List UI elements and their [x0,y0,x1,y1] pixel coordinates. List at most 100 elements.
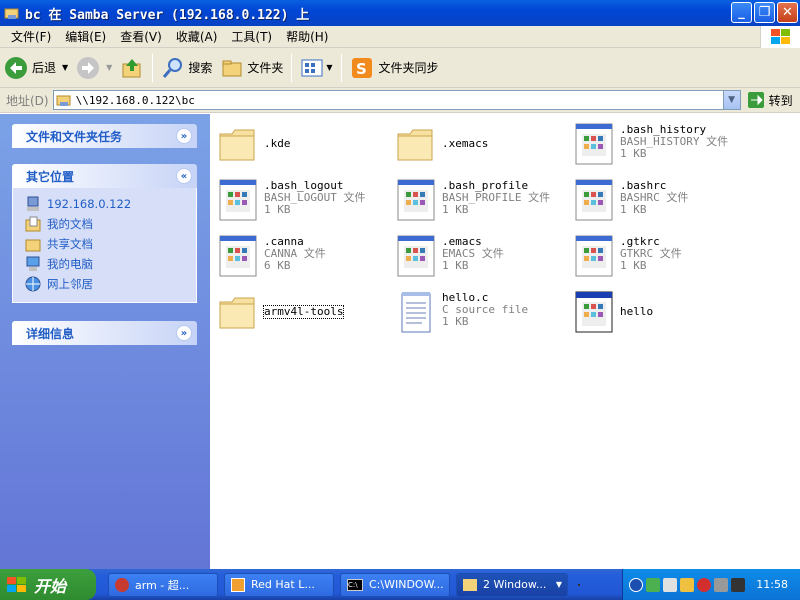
place-label: 我的电脑 [47,257,93,271]
place-shared-documents[interactable]: 共享文档 [25,234,186,254]
file-size: 1 KB [620,259,647,272]
file-item[interactable]: armv4l-tools [216,288,391,340]
forward-button[interactable]: ▼ [72,52,116,84]
app-icon [115,577,129,592]
ime-icon[interactable] [714,577,728,592]
go-label: 转到 [768,93,793,108]
clock[interactable]: 11:58 [756,578,788,591]
place-label: 我的文档 [47,217,93,231]
taskbar-item-cmd[interactable]: C:\ C:\WINDOW... [340,572,450,597]
back-label: 后退 [32,61,57,75]
file-item[interactable]: .bash_logout BASH_LOGOUT 文件 1 KB [216,176,391,228]
file-size: 1 KB [264,203,291,216]
toolbar-separator [340,53,342,82]
place-my-computer[interactable]: 我的电脑 [25,254,186,274]
file-item[interactable]: .bash_history BASH_HISTORY 文件 1 KB [572,120,747,172]
close-button[interactable]: ✕ [777,2,798,23]
menu-help[interactable]: 帮助(H) [279,27,335,47]
search-button[interactable]: 搜索 [157,52,216,84]
file-item[interactable]: .emacs EMACS 文件 1 KB [394,232,569,284]
window-title: bc 在 Samba Server (192.168.0.122) 上 [25,7,310,23]
task-pane: 文件和文件夹任务 » 其它位置 « 192.168.0.122 我的文档 共享文… [0,114,210,569]
volume-icon[interactable] [663,577,677,592]
folder-icon [219,129,255,161]
file-tasks-header[interactable]: 文件和文件夹任务 » [12,124,197,148]
app-icon [231,577,245,592]
file-item[interactable]: .bash_profile BASH_PROFILE 文件 1 KB [394,176,569,228]
details-title: 详细信息 [26,326,75,341]
maximize-button[interactable]: ❐ [754,2,775,23]
folder-sync-button[interactable]: S 文件夹同步 [346,52,443,84]
go-button[interactable]: 转到 [747,91,793,109]
expand-chevron-icon[interactable]: » [176,128,192,144]
expand-chevron-icon[interactable]: » [176,325,192,341]
folders-icon [222,60,242,76]
views-button[interactable]: ▼ [296,52,336,84]
tray-expand-icon[interactable] [629,577,643,592]
menu-bar: 文件(F) 编辑(E) 查看(V) 收藏(A) 工具(T) 帮助(H) [0,26,800,48]
views-icon [301,59,323,76]
taskbar-item-redhat[interactable]: Red Hat L... [224,572,334,597]
sync-icon: S [351,57,372,78]
task-label: arm - 超... [135,578,190,592]
address-dropdown-icon[interactable]: ▼ [722,91,740,109]
console-icon: C:\ [347,578,363,591]
file-size: 1 KB [442,259,469,272]
generic-file-icon [219,179,257,221]
menu-favorites[interactable]: 收藏(A) [169,27,225,47]
place-network-places[interactable]: 网上邻居 [25,274,186,294]
file-tasks-panel: 文件和文件夹任务 » [12,124,197,148]
address-bar: 地址(D) \\192.168.0.122\bc ▼ 转到 [0,88,800,113]
file-item[interactable]: hello [572,288,747,340]
back-dropdown-icon[interactable]: ▼ [62,63,68,72]
file-item[interactable]: hello.c C source file 1 KB [394,288,569,340]
file-item[interactable]: .gtkrc GTKRC 文件 1 KB [572,232,747,284]
generic-file-icon [219,235,257,277]
file-size: 1 KB [620,203,647,216]
toolbar-separator [291,53,293,82]
place-label: 192.168.0.122 [47,197,132,211]
up-folder-button[interactable] [116,52,148,84]
file-list-view[interactable]: .kde .xemacs .bash_history BASH_HISTORY 文… [210,114,800,569]
other-places-header[interactable]: 其它位置 « [12,164,197,188]
help-icon[interactable] [578,583,580,586]
network-icon[interactable] [646,577,660,592]
display-icon[interactable] [731,577,745,592]
go-arrow-icon [747,92,764,108]
folder-icon [463,578,477,591]
taskbar-item-arm[interactable]: arm - 超... [108,572,218,597]
menu-tools[interactable]: 工具(T) [224,27,279,47]
collapse-chevron-icon[interactable]: « [176,168,192,184]
search-icon [163,57,183,78]
menu-view[interactable]: 查看(V) [113,27,169,47]
file-item[interactable]: .kde [216,120,391,172]
generic-file-icon [575,179,613,221]
file-name: .kde [264,137,291,150]
task-label: C:\WINDOW... [369,578,444,591]
folders-button[interactable]: 文件夹 [216,52,287,84]
antivirus-icon[interactable] [697,577,711,592]
menu-edit[interactable]: 编辑(E) [58,27,113,47]
place-my-documents[interactable]: 我的文档 [25,214,186,234]
address-input[interactable]: \\192.168.0.122\bc ▼ [52,90,741,110]
file-name: .xemacs [442,137,489,150]
file-item[interactable]: .xemacs [394,120,569,172]
views-dropdown-icon[interactable]: ▼ [326,63,332,72]
forward-dropdown-icon[interactable]: ▼ [106,63,112,72]
system-tray: 11:58 [622,569,800,600]
details-header[interactable]: 详细信息 » [12,321,197,345]
security-icon[interactable] [680,577,694,592]
back-button[interactable]: 后退 ▼ [0,52,72,84]
place-network-host[interactable]: 192.168.0.122 [25,194,186,214]
taskbar-item-group[interactable]: 2 Window... ▼ [456,572,568,597]
title-bar[interactable]: bc 在 Samba Server (192.168.0.122) 上 _ ❐ … [0,0,800,26]
start-button[interactable]: 开始 [0,569,96,600]
file-item[interactable]: .bashrc BASHRC 文件 1 KB [572,176,747,228]
generic-file-icon [575,123,613,165]
network-folder-icon [4,8,19,19]
windows-flag-icon [7,576,26,592]
minimize-button[interactable]: _ [731,2,752,23]
notepad-file-icon [401,292,431,333]
menu-file[interactable]: 文件(F) [4,27,58,47]
file-item[interactable]: .canna CANNA 文件 6 KB [216,232,391,284]
